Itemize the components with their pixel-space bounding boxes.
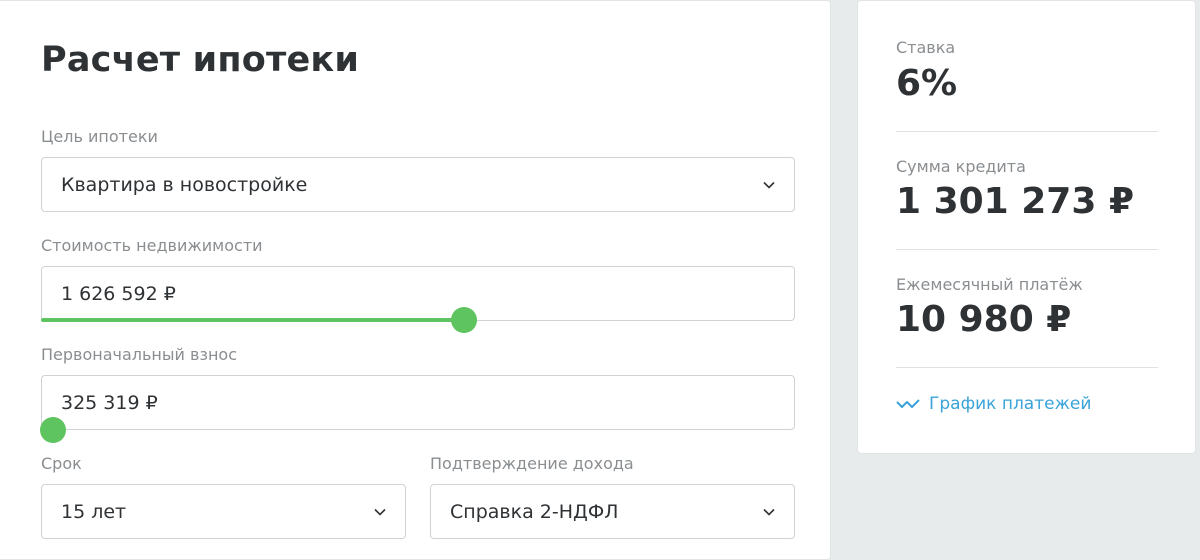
mortgage-form-card: Расчет ипотеки Цель ипотеки Квартира в н… bbox=[0, 0, 831, 560]
purpose-label: Цель ипотеки bbox=[41, 127, 158, 146]
rate-label: Ставка bbox=[896, 38, 956, 57]
property-cost-input[interactable]: 1 626 592 ₽ bbox=[41, 266, 795, 321]
term-value: 15 лет bbox=[61, 500, 127, 523]
property-cost-label: Стоимость недвижимости bbox=[41, 236, 263, 255]
payment-schedule-link-label: График платежей bbox=[929, 394, 1092, 414]
purpose-select[interactable]: Квартира в новостройке bbox=[41, 157, 795, 212]
down-payment-slider-thumb[interactable] bbox=[40, 417, 66, 443]
down-payment-value: 325 319 ₽ bbox=[61, 391, 158, 414]
page-title: Расчет ипотеки bbox=[41, 40, 360, 80]
summary-card: Ставка 6% Сумма кредита 1 301 273 ₽ Ежем… bbox=[857, 0, 1196, 454]
loan-label: Сумма кредита bbox=[896, 157, 1026, 176]
term-label: Срок bbox=[41, 454, 82, 473]
property-cost-value: 1 626 592 ₽ bbox=[61, 282, 176, 305]
payment-label: Ежемесячный платёж bbox=[896, 275, 1083, 294]
chart-line-icon bbox=[896, 399, 920, 408]
divider bbox=[896, 131, 1158, 132]
loan-value: 1 301 273 ₽ bbox=[896, 181, 1134, 222]
property-cost-slider-fill bbox=[41, 318, 464, 322]
chevron-down-icon bbox=[763, 181, 775, 189]
term-select[interactable]: 15 лет bbox=[41, 484, 406, 539]
payment-schedule-link[interactable]: График платежей bbox=[896, 394, 1091, 414]
chevron-down-icon bbox=[374, 508, 386, 516]
income-value: Справка 2-НДФЛ bbox=[450, 500, 619, 523]
down-payment-label: Первоначальный взнос bbox=[41, 345, 237, 364]
purpose-value: Квартира в новостройке bbox=[61, 173, 308, 196]
divider bbox=[896, 367, 1158, 368]
income-label: Подтверждение дохода bbox=[430, 454, 634, 473]
divider bbox=[896, 249, 1158, 250]
payment-value: 10 980 ₽ bbox=[896, 299, 1072, 340]
chevron-down-icon bbox=[763, 508, 775, 516]
rate-value: 6% bbox=[896, 63, 958, 104]
property-cost-slider-thumb[interactable] bbox=[451, 307, 477, 333]
income-select[interactable]: Справка 2-НДФЛ bbox=[430, 484, 795, 539]
down-payment-input[interactable]: 325 319 ₽ bbox=[41, 375, 795, 430]
